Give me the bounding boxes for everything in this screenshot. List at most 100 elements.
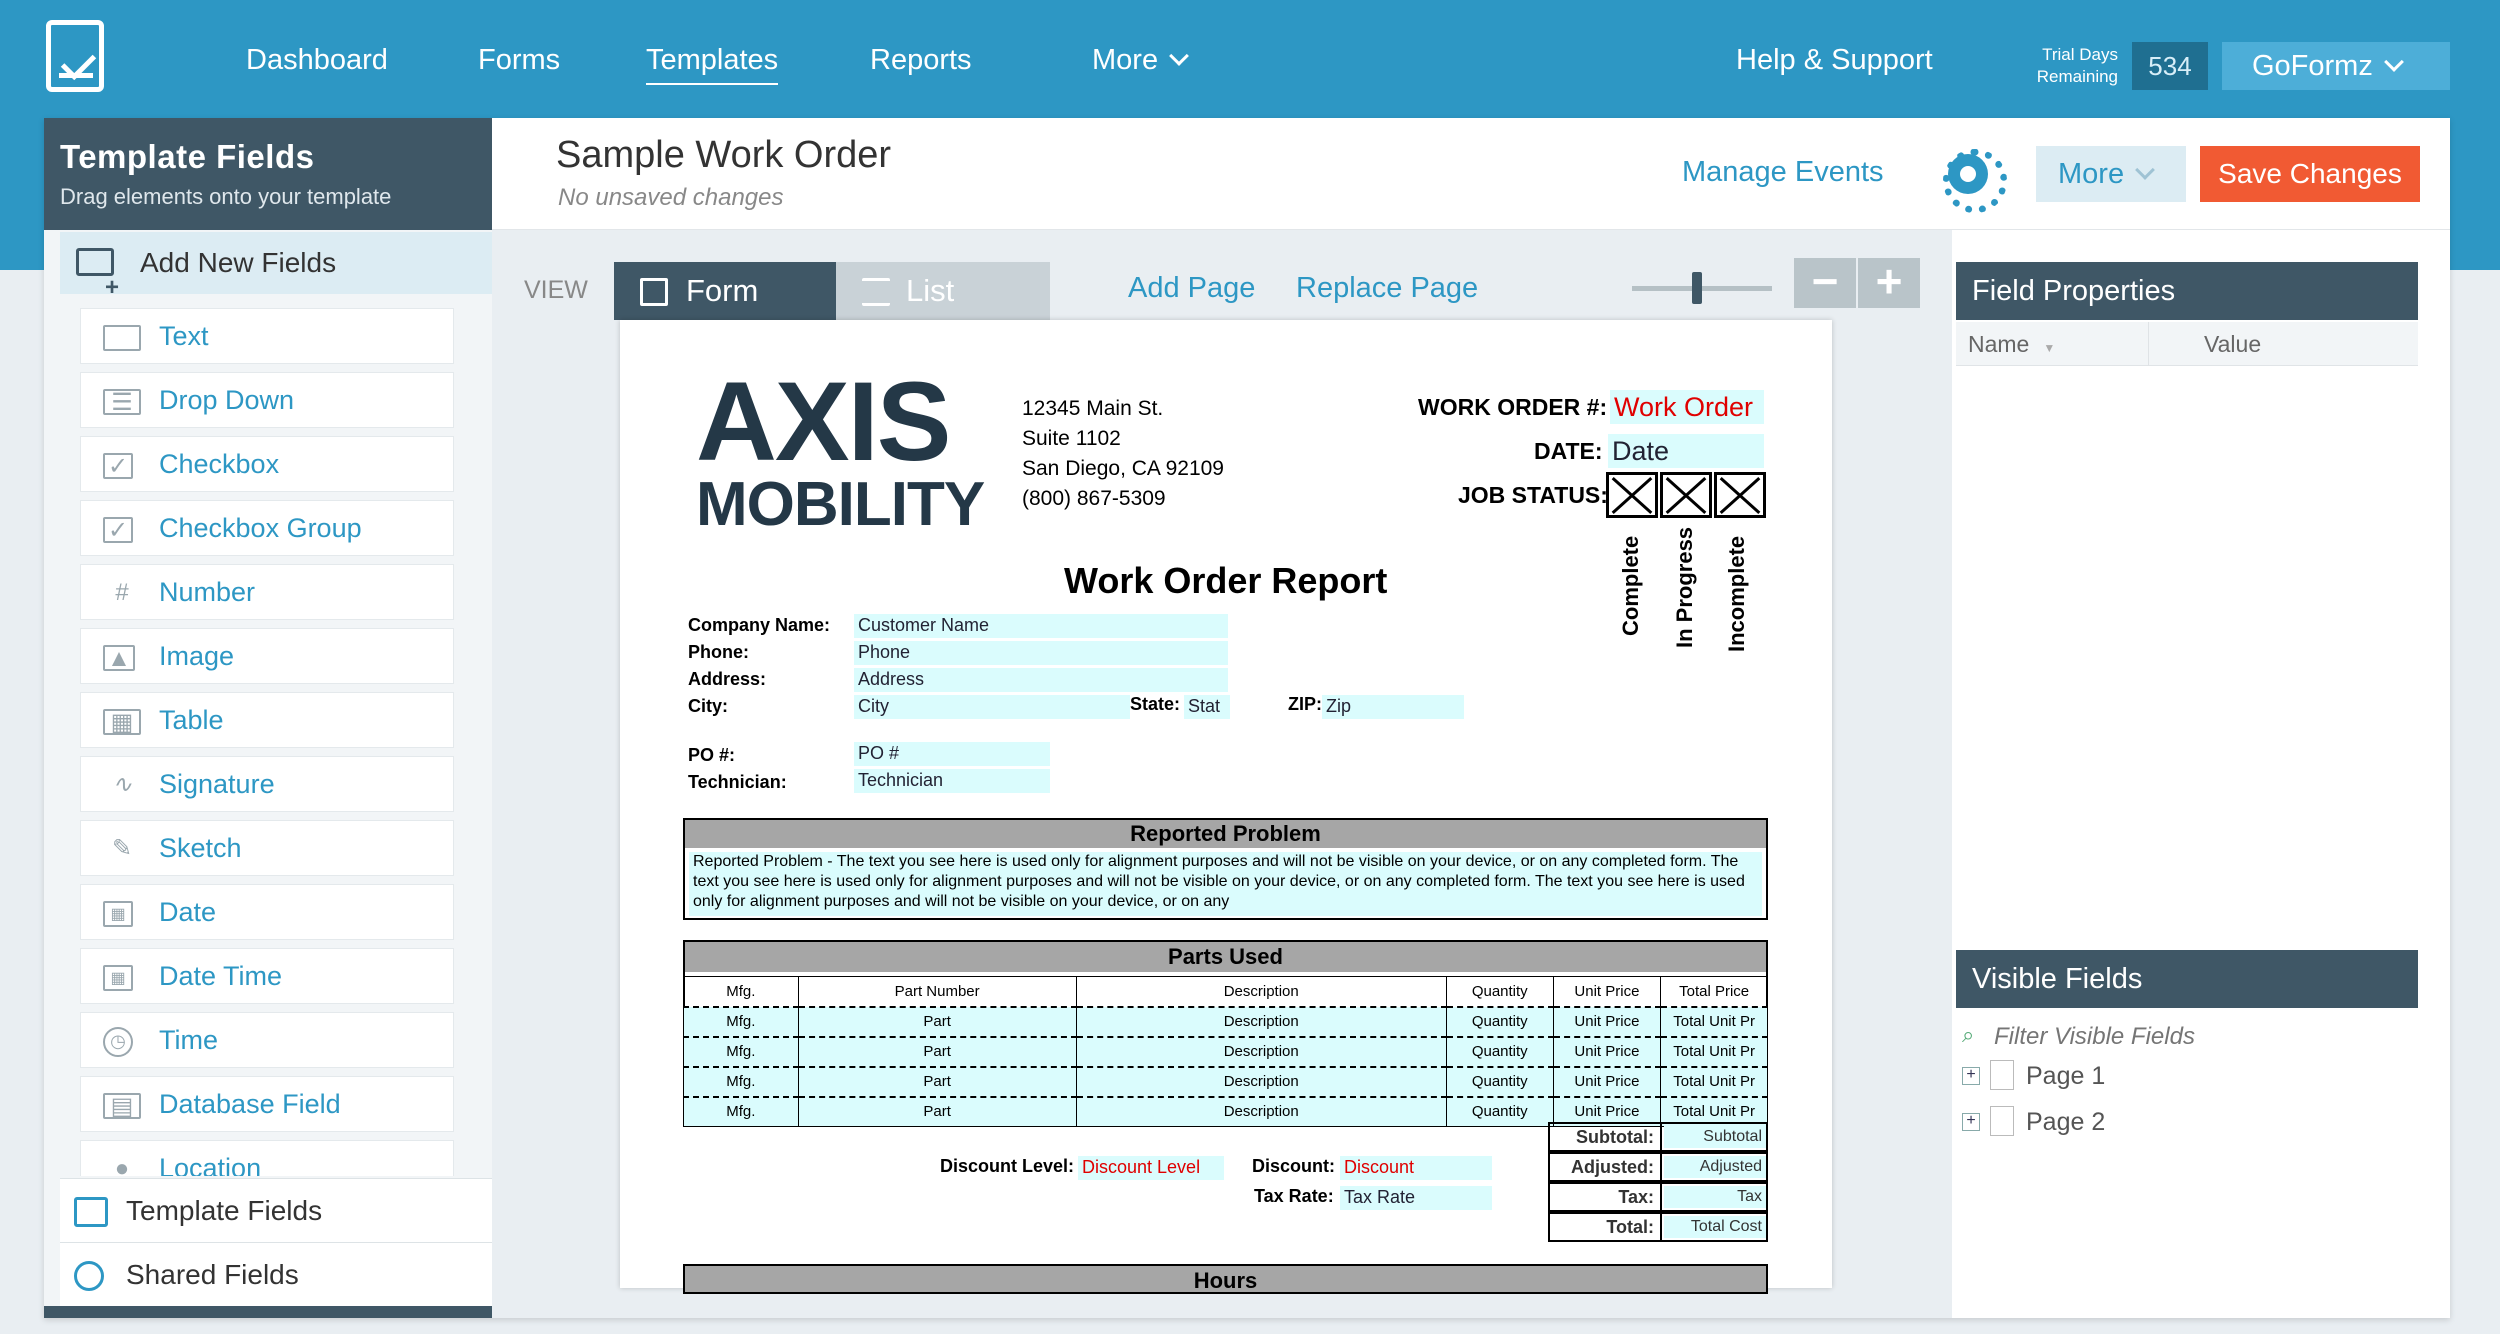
tree-item-page-2[interactable]: + Page 2	[1962, 1104, 2105, 1140]
expand-icon[interactable]: +	[1962, 1113, 1980, 1131]
unit-price-cell[interactable]: Unit Price	[1552, 1065, 1662, 1097]
account-menu-button[interactable]: GoFormz	[2222, 42, 2450, 90]
customer-name-field[interactable]: Customer Name	[854, 614, 1228, 638]
description-cell[interactable]: Description	[1075, 1065, 1447, 1097]
field-type-label: Sketch	[159, 833, 242, 863]
status-in-progress-checkbox[interactable]	[1660, 472, 1712, 518]
phone-field[interactable]: Phone	[854, 641, 1228, 665]
mfg-cell[interactable]: Mfg.	[683, 1065, 799, 1097]
col-value[interactable]: Value	[2204, 322, 2261, 366]
expand-icon[interactable]: +	[1962, 1067, 1980, 1085]
tab-form-view[interactable]: Form	[614, 262, 836, 320]
part-cell[interactable]: Part	[797, 1035, 1077, 1067]
part-cell[interactable]: Part	[797, 1005, 1077, 1037]
part-cell[interactable]: Part	[797, 1095, 1077, 1127]
total-price-cell[interactable]: Total Unit Pr	[1660, 1035, 1768, 1067]
po-field[interactable]: PO #	[854, 742, 1050, 766]
table-row[interactable]: Mfg. Part Description Quantity Unit Price Tot…	[683, 1065, 1768, 1097]
tree-item-page-1[interactable]: + Page 1	[1962, 1058, 2105, 1094]
save-changes-button[interactable]: Save Changes	[2200, 146, 2420, 202]
discount-field[interactable]: Discount	[1340, 1156, 1492, 1180]
nav-help-support[interactable]: Help & Support	[1736, 44, 1933, 77]
address-field[interactable]: Address	[854, 668, 1228, 692]
field-type-dropdown[interactable]: ☰ Drop Down	[80, 372, 454, 428]
status-incomplete-checkbox[interactable]	[1714, 472, 1766, 518]
field-type-list[interactable]: Text ☰ Drop Down ✓ Checkbox ✓ Checkbox Grou…	[60, 296, 492, 1176]
field-type-checkbox-group[interactable]: ✓ Checkbox Group	[80, 500, 454, 556]
reported-problem-field[interactable]: Reported Problem - The text you see here…	[689, 852, 1762, 916]
goformz-logo-icon[interactable]	[46, 20, 104, 92]
part-cell[interactable]: Part	[797, 1065, 1077, 1097]
description-cell[interactable]: Description	[1075, 1005, 1447, 1037]
quantity-cell[interactable]: Quantity	[1445, 1035, 1554, 1067]
nav-more[interactable]: More	[1092, 44, 1189, 77]
technician-field[interactable]: Technician	[854, 769, 1050, 793]
total-price-cell[interactable]: Total Unit Pr	[1660, 1005, 1768, 1037]
field-type-text[interactable]: Text	[80, 308, 454, 364]
add-new-fields-section[interactable]: Add New Fields	[60, 232, 492, 319]
table-header-row: Mfg. Part Number Description Quantity Un…	[683, 976, 1768, 1007]
quantity-cell[interactable]: Quantity	[1445, 1065, 1554, 1097]
field-type-date[interactable]: ▦ Date	[80, 884, 454, 940]
quantity-cell[interactable]: Quantity	[1445, 1095, 1554, 1127]
sort-down-icon: ▼	[2043, 341, 2056, 355]
mfg-cell[interactable]: Mfg.	[683, 1095, 799, 1127]
filter-visible-fields-input[interactable]	[1994, 1020, 2354, 1054]
nav-forms[interactable]: Forms	[478, 44, 560, 77]
field-type-image[interactable]: ▲ Image	[80, 628, 454, 684]
total-price-cell[interactable]: Total Unit Pr	[1660, 1065, 1768, 1097]
description-cell[interactable]: Description	[1075, 1035, 1447, 1067]
work-order-field[interactable]: Work Order	[1610, 390, 1764, 424]
field-type-signature[interactable]: ∿ Signature	[80, 756, 454, 812]
zoom-in-button[interactable]: +	[1858, 258, 1920, 308]
table-row[interactable]: Mfg. Part Description Quantity Unit Price Tot…	[683, 1035, 1768, 1067]
field-type-checkbox[interactable]: ✓ Checkbox	[80, 436, 454, 492]
adjusted-field[interactable]: Adjusted	[1664, 1156, 1766, 1178]
unit-price-cell[interactable]: Unit Price	[1552, 1005, 1662, 1037]
mfg-cell[interactable]: Mfg.	[683, 1005, 799, 1037]
shared-fields-tab[interactable]: Shared Fields	[60, 1242, 492, 1306]
state-field[interactable]: Stat	[1184, 695, 1230, 719]
tax-rate-field[interactable]: Tax Rate	[1340, 1186, 1492, 1210]
filter-visible-fields[interactable]: ⌕	[1960, 1020, 2360, 1056]
column-divider	[2148, 322, 2149, 366]
table-row[interactable]: Mfg. Part Description Quantity Unit Price Tot…	[683, 1005, 1768, 1037]
phone-label: Phone:	[688, 642, 749, 662]
quantity-cell[interactable]: Quantity	[1445, 1005, 1554, 1037]
page-label: Page 2	[2026, 1108, 2106, 1136]
subtotal-field[interactable]: Subtotal	[1664, 1126, 1766, 1148]
description-cell[interactable]: Description	[1075, 1095, 1447, 1127]
total-cost-field[interactable]: Total Cost	[1664, 1216, 1766, 1238]
field-type-sketch[interactable]: ✎ Sketch	[80, 820, 454, 876]
zip-field[interactable]: Zip	[1322, 695, 1464, 719]
field-type-time[interactable]: ◷ Time	[80, 1012, 454, 1068]
gear-icon[interactable]	[1943, 149, 2007, 213]
nav-dashboard[interactable]: Dashboard	[246, 44, 388, 77]
discount-level-field[interactable]: Discount Level	[1078, 1156, 1224, 1180]
company-name-label: Company Name:	[688, 615, 831, 635]
field-type-date-time[interactable]: ▦ Date Time	[80, 948, 454, 1004]
replace-page-link[interactable]: Replace Page	[1296, 272, 1478, 305]
document-title[interactable]: Sample Work Order	[556, 134, 891, 177]
add-page-link[interactable]: Add Page	[1128, 272, 1255, 305]
zoom-out-button[interactable]: −	[1794, 258, 1856, 308]
nav-reports[interactable]: Reports	[870, 44, 972, 77]
tax-field[interactable]: Tax	[1664, 1186, 1766, 1208]
unit-price-cell[interactable]: Unit Price	[1552, 1035, 1662, 1067]
field-type-table[interactable]: ▦ Table	[80, 692, 454, 748]
nav-templates[interactable]: Templates	[646, 44, 779, 85]
manage-events-link[interactable]: Manage Events	[1682, 156, 1884, 189]
template-fields-tab[interactable]: Template Fields	[60, 1178, 492, 1242]
date-field[interactable]: Date	[1608, 434, 1764, 468]
field-type-database-field[interactable]: ▤ Database Field	[80, 1076, 454, 1132]
col-name[interactable]: Name ▼	[1968, 322, 2055, 370]
field-type-number[interactable]: # Number	[80, 564, 454, 620]
status-complete-checkbox[interactable]	[1606, 472, 1658, 518]
city-field[interactable]: City	[854, 695, 1130, 719]
mfg-cell[interactable]: Mfg.	[683, 1035, 799, 1067]
zoom-slider-handle[interactable]	[1692, 272, 1702, 304]
field-type-location[interactable]: ● Location	[80, 1140, 454, 1176]
tab-list-view[interactable]: List	[836, 262, 1050, 320]
zoom-slider-track[interactable]	[1632, 286, 1772, 291]
more-button[interactable]: More	[2036, 146, 2186, 202]
